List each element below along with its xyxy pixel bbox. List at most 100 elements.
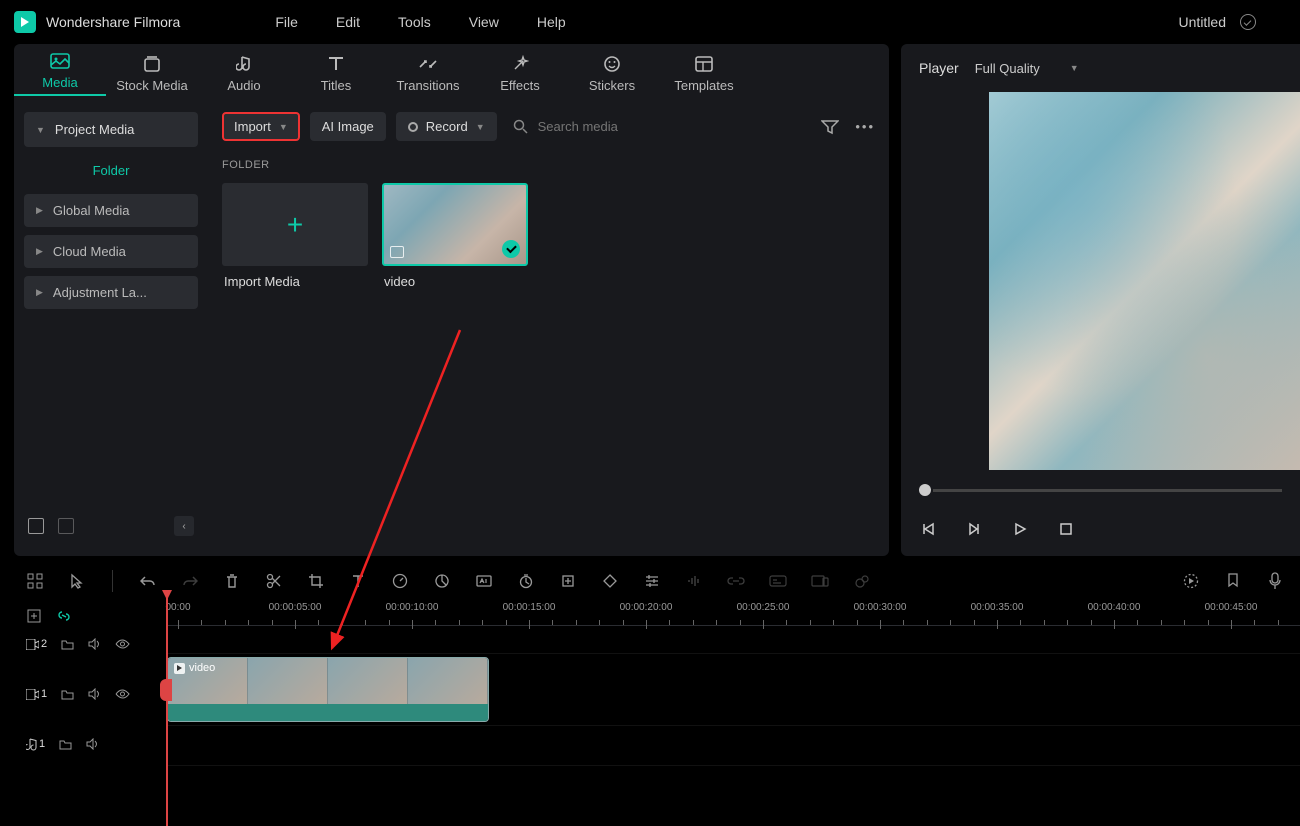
preview-viewport[interactable] (989, 92, 1300, 470)
tab-stock-media[interactable]: Stock Media (106, 54, 198, 93)
ai-icon[interactable] (473, 570, 495, 592)
chevron-right-icon: ▶ (36, 205, 43, 216)
undo-icon[interactable] (137, 570, 159, 592)
play-button[interactable] (1011, 520, 1029, 538)
tab-titles[interactable]: Titles (290, 54, 382, 93)
clip-type-icon (174, 663, 185, 674)
mute-icon[interactable] (88, 638, 101, 650)
sidebar-project-media[interactable]: ▼ Project Media (24, 112, 198, 147)
record-button[interactable]: Record ▼ (396, 112, 497, 141)
folder-icon[interactable] (59, 739, 72, 750)
app-name: Wondershare Filmora (46, 14, 180, 30)
track-audio-1[interactable] (166, 726, 1300, 766)
menu-view[interactable]: View (469, 14, 499, 30)
voiceover-icon[interactable] (1264, 570, 1286, 592)
split-icon[interactable] (263, 570, 285, 592)
chevron-down-icon: ▼ (36, 125, 45, 135)
redo-icon[interactable] (179, 570, 201, 592)
link-track-icon[interactable] (56, 605, 72, 627)
player-title: Player (919, 60, 959, 76)
tab-audio[interactable]: Audio (198, 54, 290, 93)
keyframe-add-icon[interactable] (557, 570, 579, 592)
sidebar-adjustment-layer[interactable]: ▶ Adjustment La... (24, 276, 198, 309)
tab-templates[interactable]: Templates (658, 54, 750, 93)
marker-icon[interactable] (1222, 570, 1244, 592)
render-icon[interactable] (1180, 570, 1202, 592)
sidebar-cloud-media[interactable]: ▶ Cloud Media (24, 235, 198, 268)
folder-icon[interactable] (61, 689, 74, 700)
keyframe-icon[interactable] (599, 570, 621, 592)
audio-mix-icon[interactable] (683, 570, 705, 592)
cursor-icon[interactable] (66, 570, 88, 592)
more-icon[interactable]: ••• (855, 119, 875, 135)
tab-effects[interactable]: Effects (474, 54, 566, 93)
transitions-icon (418, 54, 438, 74)
timeline-clip[interactable]: video (167, 657, 489, 722)
crop-icon[interactable] (305, 570, 327, 592)
speed-icon[interactable] (389, 570, 411, 592)
enhance-icon[interactable] (851, 570, 873, 592)
tab-stickers[interactable]: Stickers (566, 54, 658, 93)
clip-trim-handle[interactable] (160, 679, 172, 701)
adjust-icon[interactable] (641, 570, 663, 592)
search-input[interactable] (538, 119, 738, 134)
timeline-toolbar (10, 570, 1300, 602)
slider-knob[interactable] (919, 484, 931, 496)
step-forward-button[interactable] (965, 520, 983, 538)
import-button[interactable]: Import ▼ (222, 112, 300, 141)
tab-transitions[interactable]: Transitions (382, 54, 474, 93)
sync-status-icon[interactable] (1240, 14, 1256, 30)
tab-media[interactable]: Media (14, 51, 106, 96)
new-folder-icon[interactable] (28, 518, 44, 534)
app-logo (14, 11, 36, 33)
timeline-ruler[interactable]: 00:0000:00:05:0000:00:10:0000:00:15:0000… (166, 602, 1300, 626)
add-track-icon[interactable] (26, 605, 42, 627)
document-title-group: Untitled (1179, 14, 1256, 30)
mute-icon[interactable] (88, 688, 101, 700)
track-header-audio-1[interactable]: 1 (10, 730, 166, 758)
stop-button[interactable] (1057, 520, 1075, 538)
track-video-2[interactable] (166, 626, 1300, 654)
visibility-icon[interactable] (115, 639, 130, 649)
stock-media-icon (142, 54, 162, 74)
filter-icon[interactable] (821, 119, 839, 135)
track-header-video-2[interactable]: 2 (10, 630, 166, 658)
folder-heading: FOLDER (208, 151, 889, 179)
duration-icon[interactable] (515, 570, 537, 592)
media-grid: + Import Media video (208, 179, 889, 301)
main-menu: File Edit Tools View Help (275, 14, 565, 30)
player-panel: Player Full Quality ▼ (901, 44, 1300, 556)
quality-dropdown[interactable]: Full Quality ▼ (975, 61, 1079, 76)
chevron-right-icon: ▶ (36, 287, 43, 298)
delete-icon[interactable] (221, 570, 243, 592)
subtitle-icon[interactable] (767, 570, 789, 592)
layout-icon[interactable] (24, 570, 46, 592)
link-icon[interactable] (725, 570, 747, 592)
track-header-video-1[interactable]: 1 (10, 658, 166, 730)
title-bar: Wondershare Filmora File Edit Tools View… (0, 0, 1300, 44)
track-video-1[interactable]: video (166, 654, 1300, 726)
ai-image-button[interactable]: AI Image (310, 112, 386, 141)
playback-slider[interactable] (901, 470, 1300, 510)
new-bin-icon[interactable] (58, 518, 74, 534)
menu-tools[interactable]: Tools (398, 14, 431, 30)
mute-icon[interactable] (86, 738, 99, 750)
search-icon (513, 119, 528, 134)
import-media-card[interactable]: + Import Media (222, 183, 368, 297)
menu-file[interactable]: File (275, 14, 298, 30)
device-icon[interactable] (809, 570, 831, 592)
media-icon (50, 51, 70, 71)
folder-icon[interactable] (61, 639, 74, 650)
visibility-icon[interactable] (115, 689, 130, 699)
color-icon[interactable] (431, 570, 453, 592)
menu-edit[interactable]: Edit (336, 14, 360, 30)
menu-help[interactable]: Help (537, 14, 566, 30)
sidebar-folder[interactable]: Folder (24, 155, 198, 186)
playhead[interactable] (166, 594, 168, 826)
collapse-sidebar-icon[interactable]: ‹ (174, 516, 194, 536)
media-clip-card[interactable]: video (382, 183, 528, 297)
sidebar-global-media[interactable]: ▶ Global Media (24, 194, 198, 227)
prev-frame-button[interactable] (919, 520, 937, 538)
chevron-right-icon: ▶ (36, 246, 43, 257)
text-icon[interactable] (347, 570, 369, 592)
